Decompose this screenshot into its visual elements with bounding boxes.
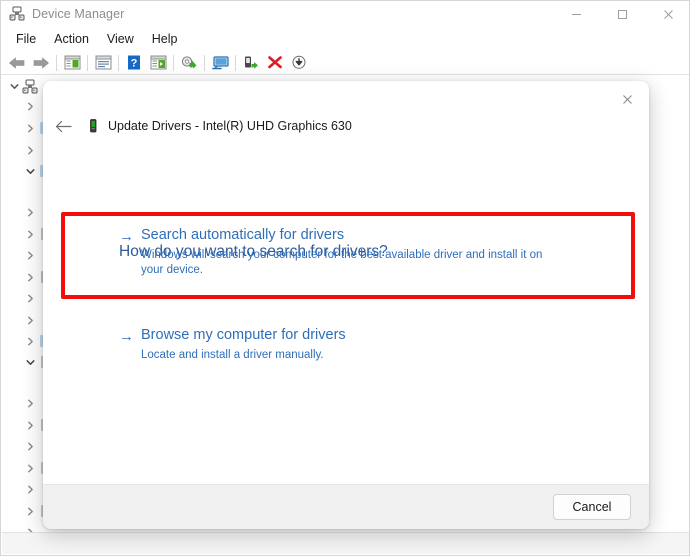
- chevron-down-icon[interactable]: [22, 355, 38, 371]
- chevron-right-icon[interactable]: [22, 418, 38, 434]
- window-controls: [553, 1, 689, 27]
- title-bar: Device Manager: [1, 1, 689, 27]
- chevron-right-icon[interactable]: [22, 396, 38, 412]
- tree-row[interactable]: [22, 332, 38, 351]
- forward-arrow-icon[interactable]: [29, 52, 53, 74]
- separator-1: [56, 54, 57, 71]
- device-manager-window: Device Manager File Action View Help ? U…: [0, 0, 690, 556]
- chevron-right-icon[interactable]: [22, 143, 38, 159]
- computer-icon: [22, 79, 38, 95]
- chevron-right-icon[interactable]: [22, 205, 38, 221]
- toolbar: ?: [1, 51, 689, 75]
- separator-5: [204, 54, 205, 71]
- tree-row[interactable]: [6, 77, 42, 96]
- update-drivers-dialog: Update Drivers - Intel(R) UHD Graphics 6…: [43, 81, 649, 529]
- tree-row[interactable]: [22, 480, 38, 499]
- scan-for-hardware-changes-icon[interactable]: [146, 52, 170, 74]
- tree-row[interactable]: [22, 459, 38, 478]
- svg-text:?: ?: [131, 58, 138, 70]
- show-hide-console-tree-icon[interactable]: [60, 52, 84, 74]
- tree-row[interactable]: [22, 268, 38, 287]
- menu-bar: File Action View Help: [1, 27, 689, 51]
- back-arrow-icon[interactable]: [49, 115, 77, 137]
- option-browse-my-computer[interactable]: → Browse my computer for drivers Locate …: [119, 326, 589, 363]
- help-icon[interactable]: ?: [122, 52, 146, 74]
- dialog-caption: Update Drivers - Intel(R) UHD Graphics 6…: [108, 119, 352, 133]
- chevron-right-icon[interactable]: [22, 121, 38, 137]
- tree-row[interactable]: [22, 141, 38, 160]
- enable-device-icon[interactable]: [239, 52, 263, 74]
- tree-row[interactable]: [22, 162, 38, 181]
- tree-row[interactable]: [22, 416, 38, 435]
- chevron-right-icon[interactable]: [22, 439, 38, 455]
- option-title[interactable]: Search automatically for drivers: [141, 226, 589, 245]
- cancel-button[interactable]: Cancel: [553, 494, 631, 520]
- back-arrow-icon[interactable]: [5, 52, 29, 74]
- properties-icon[interactable]: [91, 52, 115, 74]
- tree-row[interactable]: [22, 437, 38, 456]
- arrow-right-icon: →: [119, 228, 134, 245]
- minimize-button[interactable]: [553, 1, 599, 27]
- option-description: Windows will search your computer for th…: [141, 249, 543, 276]
- option-body: Browse my computer for drivers Locate an…: [141, 326, 589, 363]
- option-title[interactable]: Browse my computer for drivers: [141, 326, 589, 345]
- menu-item-view[interactable]: View: [98, 30, 143, 48]
- chevron-right-icon[interactable]: [22, 291, 38, 307]
- separator-2: [87, 54, 88, 71]
- menu-item-action[interactable]: Action: [45, 30, 98, 48]
- status-bar: [2, 532, 689, 554]
- chevron-down-icon[interactable]: [6, 79, 22, 95]
- dialog-footer: Cancel: [43, 484, 649, 529]
- menu-item-file[interactable]: File: [7, 30, 45, 48]
- display-monitor-icon[interactable]: [208, 52, 232, 74]
- device-icon: [85, 118, 101, 134]
- chevron-right-icon[interactable]: [22, 270, 38, 286]
- chevron-right-icon[interactable]: [22, 504, 38, 520]
- tree-row[interactable]: [22, 203, 38, 222]
- dialog-nav: Update Drivers - Intel(R) UHD Graphics 6…: [43, 115, 352, 137]
- chevron-right-icon[interactable]: [22, 227, 38, 243]
- separator-3: [118, 54, 119, 71]
- tree-row[interactable]: [22, 502, 38, 521]
- dialog-close-icon[interactable]: [609, 85, 645, 113]
- tree-row[interactable]: [22, 311, 38, 330]
- chevron-right-icon[interactable]: [22, 334, 38, 350]
- tree-row[interactable]: [22, 246, 38, 265]
- uninstall-device-icon[interactable]: [263, 52, 287, 74]
- separator-4: [173, 54, 174, 71]
- download-icon[interactable]: [287, 52, 311, 74]
- chevron-right-icon[interactable]: [22, 482, 38, 498]
- update-driver-icon[interactable]: [177, 52, 201, 74]
- separator-6: [235, 54, 236, 71]
- tree-row[interactable]: [22, 289, 38, 308]
- tree-row[interactable]: [22, 353, 38, 372]
- chevron-right-icon[interactable]: [22, 248, 38, 264]
- tree-row[interactable]: [22, 119, 38, 138]
- maximize-button[interactable]: [599, 1, 645, 27]
- tree-row[interactable]: [22, 225, 38, 244]
- tree-row[interactable]: [22, 97, 38, 116]
- menu-item-help[interactable]: Help: [143, 30, 187, 48]
- chevron-right-icon[interactable]: [22, 313, 38, 329]
- option-body: Search automatically for drivers Windows…: [141, 226, 589, 278]
- window-title: Device Manager: [32, 7, 125, 21]
- device-manager-icon: [9, 6, 25, 22]
- arrow-right-icon: →: [119, 328, 134, 345]
- chevron-right-icon[interactable]: [22, 99, 38, 115]
- chevron-down-icon[interactable]: [22, 164, 38, 180]
- option-description: Locate and install a driver manually.: [141, 349, 324, 361]
- close-button[interactable]: [645, 1, 689, 27]
- tree-row[interactable]: [22, 394, 38, 413]
- option-search-automatically[interactable]: → Search automatically for drivers Windo…: [119, 226, 589, 278]
- chevron-right-icon[interactable]: [22, 461, 38, 477]
